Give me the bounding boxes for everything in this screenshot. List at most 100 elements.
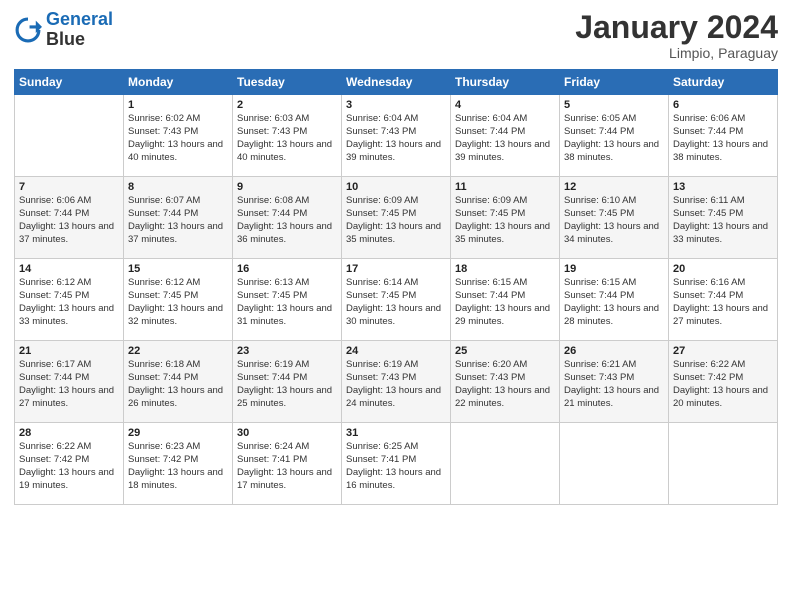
page-header: General Blue January 2024 Limpio, Paragu… — [14, 10, 778, 61]
day-number: 19 — [564, 263, 664, 275]
day-number: 12 — [564, 181, 664, 193]
day-number: 28 — [19, 427, 119, 439]
day-info: Sunrise: 6:05 AMSunset: 7:44 PMDaylight:… — [564, 113, 664, 164]
day-info: Sunrise: 6:22 AMSunset: 7:42 PMDaylight:… — [673, 359, 773, 410]
calendar-cell: 5 Sunrise: 6:05 AMSunset: 7:44 PMDaylight… — [560, 95, 669, 177]
day-info: Sunrise: 6:25 AMSunset: 7:41 PMDaylight:… — [346, 441, 446, 492]
day-number: 2 — [237, 99, 337, 111]
calendar-cell: 22 Sunrise: 6:18 AMSunset: 7:44 PMDayligh… — [124, 341, 233, 423]
weekday-header-friday: Friday — [560, 70, 669, 95]
calendar-cell: 31Sunrise: 6:25 AMSunset: 7:41 PMDayligh… — [342, 423, 451, 505]
calendar-cell: 27 Sunrise: 6:22 AMSunset: 7:42 PMDayligh… — [669, 341, 778, 423]
calendar-cell — [451, 423, 560, 505]
weekday-header-wednesday: Wednesday — [342, 70, 451, 95]
day-number: 14 — [19, 263, 119, 275]
day-info: Sunrise: 6:20 AMSunset: 7:43 PMDaylight:… — [455, 359, 555, 410]
day-number: 29 — [128, 427, 228, 439]
title-block: January 2024 Limpio, Paraguay — [575, 10, 778, 61]
calendar-cell: 7Sunrise: 6:06 AMSunset: 7:44 PMDaylight… — [15, 177, 124, 259]
weekday-header-row: SundayMondayTuesdayWednesdayThursdayFrid… — [15, 70, 778, 95]
calendar-cell: 30 Sunrise: 6:24 AMSunset: 7:41 PMDayligh… — [233, 423, 342, 505]
day-info: Sunrise: 6:04 AMSunset: 7:43 PMDaylight:… — [346, 113, 446, 164]
calendar-cell: 19Sunrise: 6:15 AMSunset: 7:44 PMDayligh… — [560, 259, 669, 341]
day-info: Sunrise: 6:09 AMSunset: 7:45 PMDaylight:… — [455, 195, 555, 246]
day-info: Sunrise: 6:24 AMSunset: 7:41 PMDaylight:… — [237, 441, 337, 492]
calendar-cell: 6 Sunrise: 6:06 AMSunset: 7:44 PMDaylight… — [669, 95, 778, 177]
day-info: Sunrise: 6:08 AMSunset: 7:44 PMDaylight:… — [237, 195, 337, 246]
day-number: 26 — [564, 345, 664, 357]
calendar-cell: 12 Sunrise: 6:10 AMSunset: 7:45 PMDayligh… — [560, 177, 669, 259]
calendar-table: SundayMondayTuesdayWednesdayThursdayFrid… — [14, 69, 778, 505]
logo-icon — [14, 16, 42, 44]
day-number: 5 — [564, 99, 664, 111]
day-info: Sunrise: 6:14 AMSunset: 7:45 PMDaylight:… — [346, 277, 446, 328]
calendar-week-row: 14Sunrise: 6:12 AMSunset: 7:45 PMDayligh… — [15, 259, 778, 341]
calendar-cell: 14Sunrise: 6:12 AMSunset: 7:45 PMDayligh… — [15, 259, 124, 341]
day-number: 9 — [237, 181, 337, 193]
weekday-header-saturday: Saturday — [669, 70, 778, 95]
day-number: 23 — [237, 345, 337, 357]
weekday-header-monday: Monday — [124, 70, 233, 95]
calendar-cell: 17 Sunrise: 6:14 AMSunset: 7:45 PMDayligh… — [342, 259, 451, 341]
day-info: Sunrise: 6:03 AMSunset: 7:43 PMDaylight:… — [237, 113, 337, 164]
calendar-cell: 3 Sunrise: 6:04 AMSunset: 7:43 PMDaylight… — [342, 95, 451, 177]
calendar-cell: 11 Sunrise: 6:09 AMSunset: 7:45 PMDayligh… — [451, 177, 560, 259]
calendar-cell: 24Sunrise: 6:19 AMSunset: 7:43 PMDayligh… — [342, 341, 451, 423]
calendar-cell: 13 Sunrise: 6:11 AMSunset: 7:45 PMDayligh… — [669, 177, 778, 259]
logo-text: General Blue — [46, 10, 113, 50]
calendar-cell — [560, 423, 669, 505]
day-number: 18 — [455, 263, 555, 275]
day-number: 16 — [237, 263, 337, 275]
day-info: Sunrise: 6:11 AMSunset: 7:45 PMDaylight:… — [673, 195, 773, 246]
day-info: Sunrise: 6:06 AMSunset: 7:44 PMDaylight:… — [673, 113, 773, 164]
calendar-cell: 8 Sunrise: 6:07 AMSunset: 7:44 PMDaylight… — [124, 177, 233, 259]
calendar-cell: 25 Sunrise: 6:20 AMSunset: 7:43 PMDayligh… — [451, 341, 560, 423]
day-number: 27 — [673, 345, 773, 357]
day-number: 10 — [346, 181, 446, 193]
calendar-week-row: 7Sunrise: 6:06 AMSunset: 7:44 PMDaylight… — [15, 177, 778, 259]
day-number: 20 — [673, 263, 773, 275]
calendar-cell: 4 Sunrise: 6:04 AMSunset: 7:44 PMDaylight… — [451, 95, 560, 177]
day-info: Sunrise: 6:18 AMSunset: 7:44 PMDaylight:… — [128, 359, 228, 410]
calendar-cell: 2 Sunrise: 6:03 AMSunset: 7:43 PMDaylight… — [233, 95, 342, 177]
day-info: Sunrise: 6:19 AMSunset: 7:44 PMDaylight:… — [237, 359, 337, 410]
day-number: 1 — [128, 99, 228, 111]
day-info: Sunrise: 6:07 AMSunset: 7:44 PMDaylight:… — [128, 195, 228, 246]
day-info: Sunrise: 6:23 AMSunset: 7:42 PMDaylight:… — [128, 441, 228, 492]
calendar-cell: 26 Sunrise: 6:21 AMSunset: 7:43 PMDayligh… — [560, 341, 669, 423]
day-number: 6 — [673, 99, 773, 111]
calendar-cell: 10 Sunrise: 6:09 AMSunset: 7:45 PMDayligh… — [342, 177, 451, 259]
month-title: January 2024 — [575, 10, 778, 45]
day-info: Sunrise: 6:17 AMSunset: 7:44 PMDaylight:… — [19, 359, 119, 410]
day-info: Sunrise: 6:16 AMSunset: 7:44 PMDaylight:… — [673, 277, 773, 328]
day-number: 11 — [455, 181, 555, 193]
calendar-cell — [669, 423, 778, 505]
day-number: 4 — [455, 99, 555, 111]
day-number: 25 — [455, 345, 555, 357]
day-number: 21 — [19, 345, 119, 357]
day-info: Sunrise: 6:04 AMSunset: 7:44 PMDaylight:… — [455, 113, 555, 164]
day-number: 13 — [673, 181, 773, 193]
day-info: Sunrise: 6:10 AMSunset: 7:45 PMDaylight:… — [564, 195, 664, 246]
logo: General Blue — [14, 10, 113, 50]
day-info: Sunrise: 6:02 AMSunset: 7:43 PMDaylight:… — [128, 113, 228, 164]
day-number: 3 — [346, 99, 446, 111]
calendar-cell: 9 Sunrise: 6:08 AMSunset: 7:44 PMDaylight… — [233, 177, 342, 259]
weekday-header-sunday: Sunday — [15, 70, 124, 95]
calendar-cell: 21 Sunrise: 6:17 AMSunset: 7:44 PMDayligh… — [15, 341, 124, 423]
day-info: Sunrise: 6:21 AMSunset: 7:43 PMDaylight:… — [564, 359, 664, 410]
day-info: Sunrise: 6:15 AMSunset: 7:44 PMDaylight:… — [455, 277, 555, 328]
day-number: 15 — [128, 263, 228, 275]
calendar-cell: 15Sunrise: 6:12 AMSunset: 7:45 PMDayligh… — [124, 259, 233, 341]
calendar-cell: 20 Sunrise: 6:16 AMSunset: 7:44 PMDayligh… — [669, 259, 778, 341]
weekday-header-tuesday: Tuesday — [233, 70, 342, 95]
day-info: Sunrise: 6:09 AMSunset: 7:45 PMDaylight:… — [346, 195, 446, 246]
location: Limpio, Paraguay — [575, 45, 778, 61]
day-number: 22 — [128, 345, 228, 357]
day-number: 17 — [346, 263, 446, 275]
calendar-cell — [15, 95, 124, 177]
calendar-cell: 16Sunrise: 6:13 AMSunset: 7:45 PMDayligh… — [233, 259, 342, 341]
day-info: Sunrise: 6:19 AMSunset: 7:43 PMDaylight:… — [346, 359, 446, 410]
day-number: 8 — [128, 181, 228, 193]
day-number: 30 — [237, 427, 337, 439]
